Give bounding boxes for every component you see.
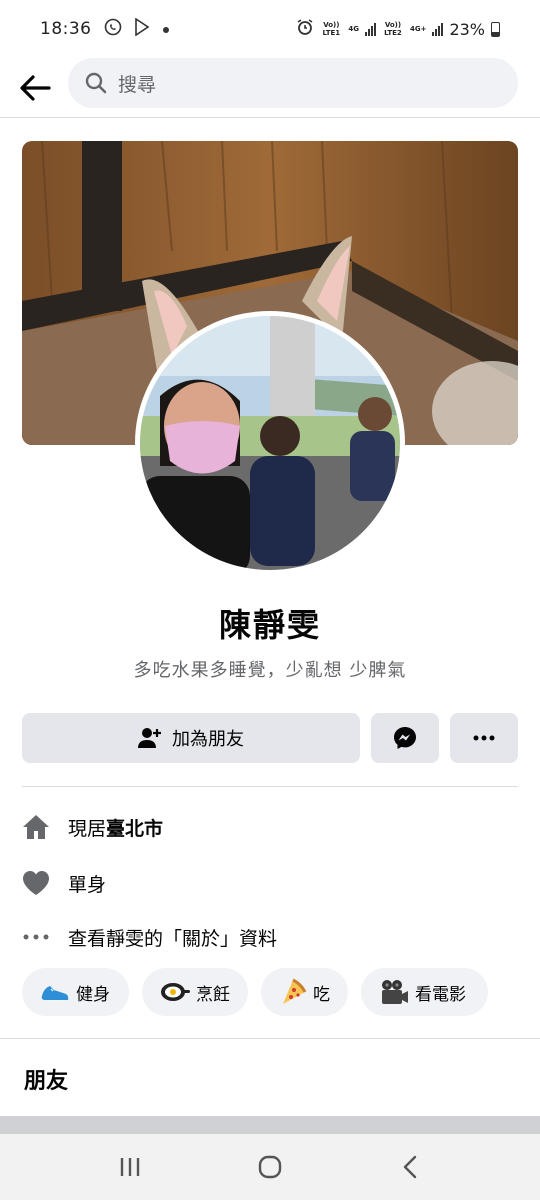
home-circle-icon: [258, 1155, 282, 1179]
hobby-label: 吃: [313, 984, 330, 1005]
more-options-button[interactable]: [450, 713, 518, 763]
signal-icon: [364, 22, 376, 36]
status-bar: 18:36 Vo)) LTE1 4G Vo)) LTE2 4G+ 23%: [0, 0, 540, 58]
battery-percent: 23%: [449, 19, 485, 39]
pizza-icon: [279, 977, 307, 1007]
battery-icon: [491, 21, 500, 37]
frying-pan-icon: [160, 977, 190, 1007]
dot-icon: [162, 19, 170, 39]
heart-icon: [22, 869, 50, 897]
system-nav-bar: [0, 1134, 540, 1200]
hobbies-list: 健身 烹飪 吃 看電影: [22, 968, 488, 1016]
search-placeholder: 搜尋: [118, 73, 157, 96]
intro-relationship: 單身: [22, 868, 106, 898]
hobby-label: 烹飪: [196, 984, 230, 1005]
alarm-icon: [296, 18, 314, 40]
sneaker-icon: [40, 977, 70, 1007]
divider: [22, 786, 518, 787]
status-time: 18:36: [40, 19, 92, 39]
signal-icon-2: [432, 22, 444, 36]
movie-camera-icon: [379, 977, 409, 1007]
sim1-label: Vo)) LTE1: [322, 21, 341, 37]
sim2-network: 4G+: [409, 25, 427, 33]
relationship-status: 單身: [68, 873, 107, 896]
location-city[interactable]: 臺北市: [106, 818, 163, 840]
search-icon: [85, 72, 107, 94]
hobby-chip[interactable]: 健身: [22, 968, 129, 1016]
section-divider: [0, 1038, 540, 1039]
recent-apps-icon: [120, 1158, 140, 1176]
back-button[interactable]: [0, 58, 70, 118]
hobby-label: 健身: [76, 984, 110, 1005]
play-store-icon: [134, 17, 150, 41]
search-input[interactable]: 搜尋: [68, 58, 518, 108]
messenger-button[interactable]: [371, 713, 439, 763]
location-prefix: 現居: [68, 817, 107, 840]
sim2-label: Vo)) LTE2: [384, 21, 402, 37]
hobby-chip[interactable]: 看電影: [361, 968, 488, 1016]
section-separator: [0, 1116, 540, 1136]
messenger-icon: [394, 727, 416, 749]
intro-about-link[interactable]: 查看靜雯的「關於」資料: [22, 922, 277, 952]
back-arrow-icon: [20, 74, 51, 101]
recent-apps-button[interactable]: [100, 1142, 160, 1192]
profile-image: [140, 316, 400, 570]
hobby-label: 看電影: [415, 984, 466, 1005]
more-icon: [473, 735, 495, 741]
top-bar: 搜尋: [0, 58, 540, 118]
profile-name: 陳靜雯: [218, 606, 321, 644]
home-button[interactable]: [240, 1142, 300, 1192]
intro-location: 現居臺北市: [22, 812, 163, 842]
sim1-network: 4G: [348, 25, 359, 33]
chevron-left-icon: [403, 1155, 417, 1179]
system-back-button[interactable]: [380, 1142, 440, 1192]
about-link-label: 查看靜雯的「關於」資料: [68, 927, 278, 950]
whatsapp-icon: [104, 18, 122, 41]
profile-picture[interactable]: [135, 311, 405, 575]
home-icon: [22, 813, 50, 841]
add-friend-label: 加為朋友: [172, 729, 244, 750]
ellipsis-icon: [22, 923, 50, 951]
hobby-chip[interactable]: 吃: [261, 968, 348, 1016]
add-friend-icon: [138, 728, 161, 748]
profile-bio: 多吃水果多睡覺，少亂想 少脾氣: [133, 660, 407, 681]
hobby-chip[interactable]: 烹飪: [142, 968, 248, 1016]
friends-section-title: 朋友: [24, 1069, 69, 1094]
add-friend-button[interactable]: 加為朋友: [22, 713, 360, 763]
